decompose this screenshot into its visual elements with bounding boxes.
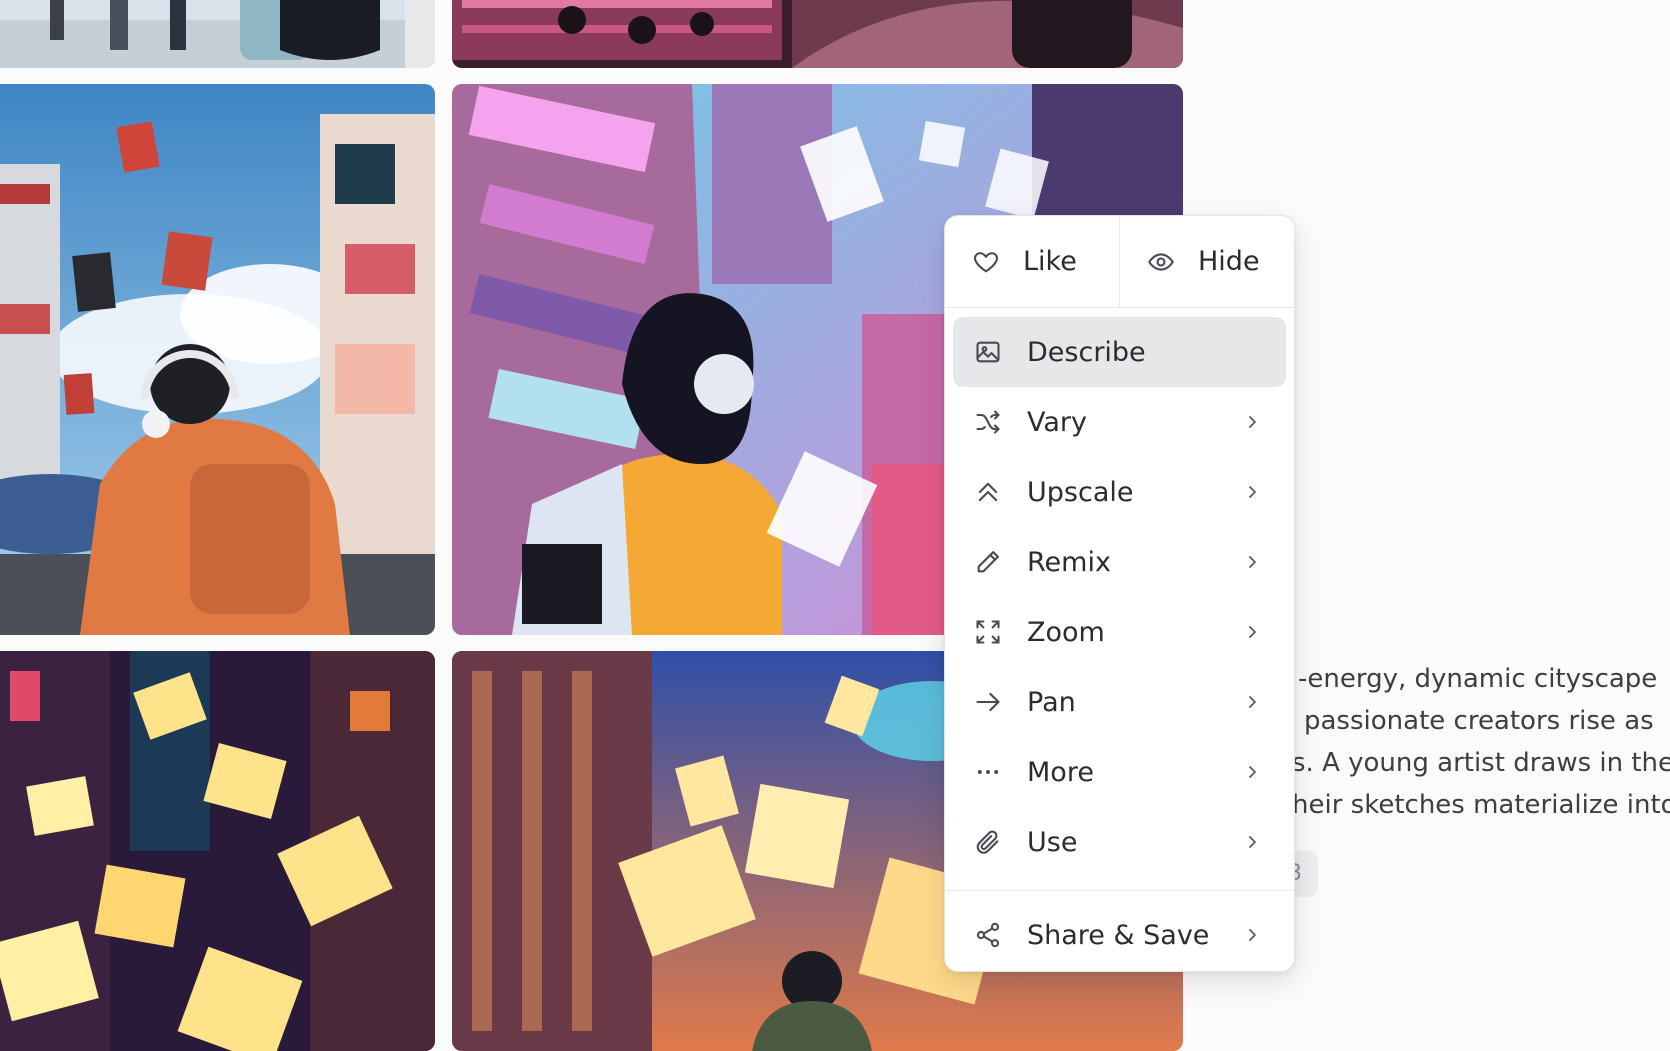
- image-context-menu: Like Hide Describe Vary Upscale Remix Zo…: [944, 215, 1295, 972]
- menu-divider: [945, 890, 1294, 891]
- chevron-right-icon: [1244, 834, 1260, 850]
- pencil-icon: [973, 547, 1003, 577]
- menu-item-label: Vary: [1027, 406, 1087, 438]
- menu-item-label: Use: [1027, 826, 1078, 858]
- gallery-image-boy-orange-jacket[interactable]: [0, 84, 435, 635]
- menu-item-describe[interactable]: Describe: [953, 317, 1286, 387]
- chevron-right-icon: [1244, 554, 1260, 570]
- prompt-line-1: -energy, dynamic cityscape: [1298, 664, 1658, 694]
- prompt-line-2: passionate creators rise as: [1304, 706, 1654, 736]
- menu-item-label: More: [1027, 756, 1094, 788]
- double-chevron-up-icon: [973, 477, 1003, 507]
- chevron-right-icon: [1244, 764, 1260, 780]
- gallery-image-shop-top-right[interactable]: [452, 0, 1183, 68]
- menu-item-use[interactable]: Use: [953, 807, 1286, 877]
- like-label: Like: [1023, 246, 1077, 277]
- chevron-right-icon: [1244, 694, 1260, 710]
- menu-item-pan[interactable]: Pan: [953, 667, 1286, 737]
- gallery-image-flying-papers-neon[interactable]: [0, 651, 435, 1051]
- menu-item-label: Upscale: [1027, 476, 1134, 508]
- hide-label: Hide: [1198, 246, 1260, 277]
- menu-item-remix[interactable]: Remix: [953, 527, 1286, 597]
- menu-item-label: Describe: [1027, 336, 1146, 368]
- like-button[interactable]: Like: [945, 216, 1120, 307]
- shuffle-icon: [973, 407, 1003, 437]
- menu-item-label: Zoom: [1027, 616, 1105, 648]
- menu-item-zoom[interactable]: Zoom: [953, 597, 1286, 667]
- gallery-image-street-top-left[interactable]: [0, 0, 435, 68]
- menu-quick-actions: Like Hide: [945, 216, 1294, 308]
- share-icon: [973, 920, 1003, 950]
- arrow-right-icon: [973, 687, 1003, 717]
- eye-icon: [1146, 247, 1176, 277]
- menu-item-label: Remix: [1027, 546, 1111, 578]
- menu-item-share-save[interactable]: Share & Save: [953, 900, 1286, 970]
- prompt-line-4: heir sketches materialize into: [1292, 790, 1670, 820]
- more-dots-icon: [973, 757, 1003, 787]
- chevron-right-icon: [1244, 624, 1260, 640]
- paperclip-icon: [973, 827, 1003, 857]
- menu-item-upscale[interactable]: Upscale: [953, 457, 1286, 527]
- chevron-right-icon: [1244, 414, 1260, 430]
- menu-item-label: Share & Save: [1027, 919, 1210, 951]
- image-icon: [973, 337, 1003, 367]
- chevron-right-icon: [1244, 484, 1260, 500]
- zoom-expand-icon: [973, 617, 1003, 647]
- chevron-right-icon: [1244, 927, 1260, 943]
- hide-button[interactable]: Hide: [1120, 216, 1294, 307]
- menu-item-vary[interactable]: Vary: [953, 387, 1286, 457]
- prompt-description: -energy, dynamic cityscape passionate cr…: [1292, 658, 1670, 826]
- prompt-line-3: s. A young artist draws in the: [1292, 748, 1670, 778]
- menu-item-label: Pan: [1027, 686, 1076, 718]
- menu-item-more[interactable]: More: [953, 737, 1286, 807]
- heart-icon: [971, 247, 1001, 277]
